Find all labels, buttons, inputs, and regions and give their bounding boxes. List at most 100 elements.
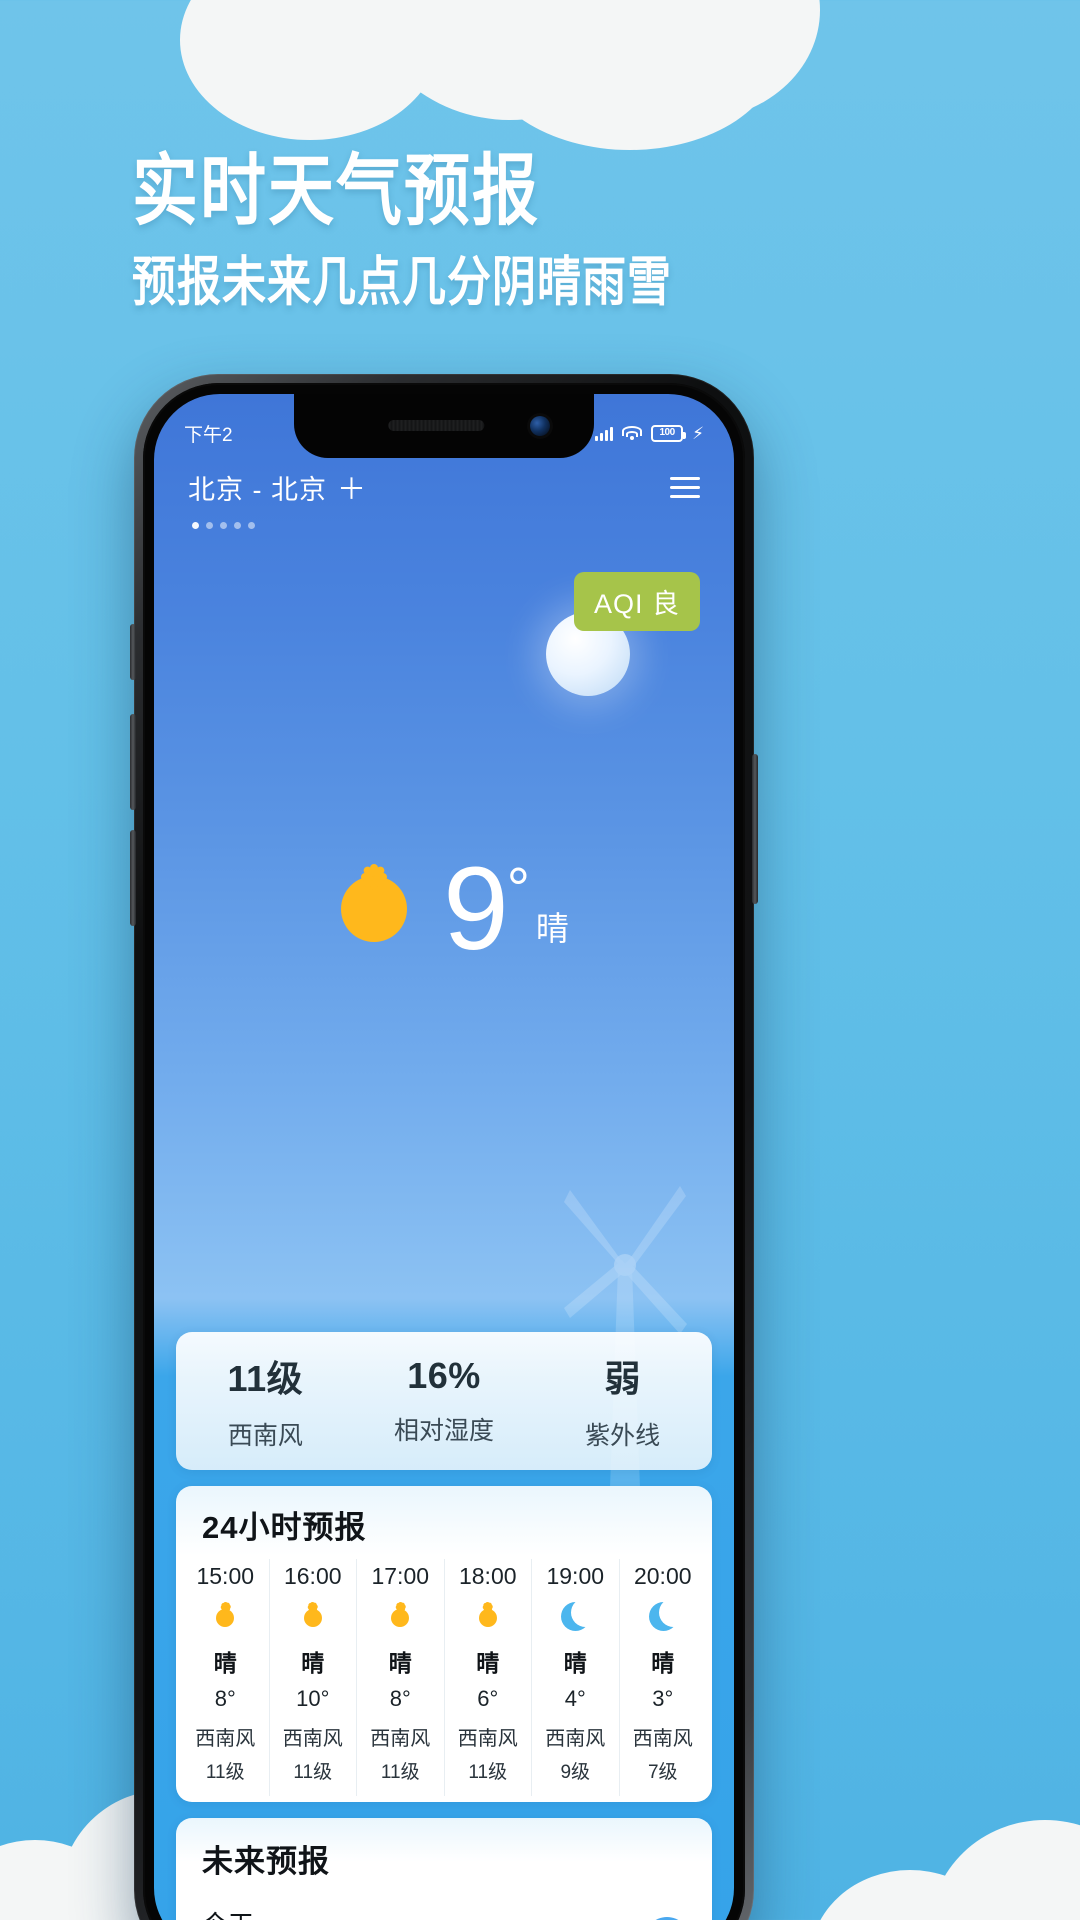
cloud-puff — [480, 0, 780, 150]
current-weather: 9° 晴 — [154, 850, 734, 968]
stat-value: 弱 — [604, 1358, 641, 1399]
hourly-wind: 西南风 — [545, 1728, 606, 1750]
status-bar-left: 下午2 — [184, 406, 233, 447]
hourly-condition: 晴 — [213, 1650, 237, 1676]
phone-screen: 下午2 100 ⚡ 北京 - 北京 ＋ AQI 良 9° 晴 11级 西南风 1… — [154, 394, 734, 1920]
status-bar-right: 100 ⚡ — [595, 411, 704, 442]
hourly-temp: 8° — [214, 1686, 236, 1711]
hourly-forecast-title: 24小时预报 — [202, 1510, 367, 1545]
hourly-forecast-item[interactable]: 16:00 晴 10° 西南风 11级 — [270, 1559, 357, 1796]
city-name-label: 北京 - 北京 — [188, 474, 327, 505]
battery-level: 100 — [659, 427, 675, 438]
page-dot[interactable] — [192, 522, 199, 529]
phone-bezel: 下午2 100 ⚡ 北京 - 北京 ＋ AQI 良 9° 晴 11级 西南风 1… — [143, 383, 745, 1920]
status-time: 下午2 — [184, 424, 233, 446]
hourly-time: 16:00 — [283, 1563, 342, 1589]
hourly-condition: 晴 — [651, 1650, 675, 1676]
power-button[interactable] — [752, 754, 758, 904]
hourly-time: 20:00 — [633, 1563, 692, 1589]
city-selector[interactable]: 北京 - 北京 ＋ — [188, 466, 367, 508]
hourly-wind: 西南风 — [282, 1728, 343, 1750]
phone-mockup: 下午2 100 ⚡ 北京 - 北京 ＋ AQI 良 9° 晴 11级 西南风 1… — [130, 374, 758, 1920]
hourly-condition: 晴 — [301, 1650, 325, 1676]
cloud-bottom-right-decoration — [810, 1790, 1080, 1920]
hourly-weather-icon — [445, 1598, 532, 1638]
hourly-forecast-item[interactable]: 18:00 晴 6° 西南风 11级 — [445, 1559, 532, 1796]
bolt-icon: ⚡ — [692, 423, 704, 443]
sun-icon — [319, 854, 429, 964]
earpiece-speaker — [388, 420, 485, 431]
promo-subtitle: 预报未来几点几分阴晴雨雪 — [132, 252, 672, 313]
promo-headline: 实时天气预报 预报未来几点几分阴晴雨雪 — [132, 146, 952, 311]
device-notch — [294, 394, 594, 458]
stat-humidity[interactable]: 16% 相对湿度 — [355, 1355, 534, 1447]
hourly-wind-level: 11级 — [468, 1762, 508, 1783]
city-header: 北京 - 北京 ＋ — [154, 466, 734, 529]
hourly-time: 19:00 — [546, 1563, 605, 1589]
front-camera — [530, 416, 550, 436]
stat-label: 相对湿度 — [394, 1417, 495, 1445]
stat-value: 16% — [407, 1355, 481, 1396]
sun-icon — [296, 1601, 330, 1635]
hourly-forecast-item[interactable]: 17:00 晴 8° 西南风 11级 — [357, 1559, 445, 1796]
hourly-weather-icon — [532, 1598, 619, 1638]
moon-icon — [558, 1598, 601, 1635]
future-day-name: 今天 — [202, 1905, 310, 1920]
hourly-weather-icon — [620, 1598, 707, 1638]
mute-switch[interactable] — [130, 624, 136, 680]
page-indicator-dots — [188, 522, 700, 529]
city-header-row: 北京 - 北京 ＋ — [188, 466, 700, 508]
hourly-wind: 西南风 — [632, 1728, 693, 1750]
volume-down-button[interactable] — [130, 830, 136, 926]
add-city-icon[interactable]: ＋ — [337, 466, 367, 508]
hourly-wind-level: 9级 — [560, 1762, 591, 1783]
battery-icon: 100 — [651, 424, 687, 442]
current-temperature: 9° — [443, 850, 530, 968]
sun-icon — [383, 1601, 417, 1635]
future-forecast-card: 未来预报 今天 2023-02-24 — [176, 1818, 712, 1920]
promo-title: 实时天气预报 — [132, 146, 540, 234]
stat-uv[interactable]: 弱 紫外线 — [533, 1350, 712, 1452]
page-dot[interactable] — [206, 522, 213, 529]
hourly-time: 17:00 — [371, 1563, 430, 1589]
temperature-value: 9 — [443, 842, 509, 975]
hourly-weather-icon — [357, 1598, 444, 1638]
hourly-condition: 晴 — [388, 1650, 412, 1676]
future-day: 今天 2023-02-24 — [202, 1905, 310, 1920]
signal-bars-icon — [595, 425, 614, 441]
hourly-forecast-item[interactable]: 15:00 晴 8° 西南风 11级 — [182, 1559, 270, 1796]
hourly-temp: 3° — [652, 1686, 674, 1711]
future-forecast-title: 未来预报 — [202, 1844, 330, 1879]
moon-icon — [646, 1598, 688, 1635]
hourly-temp: 10° — [296, 1686, 330, 1711]
degree-symbol: ° — [506, 856, 530, 922]
hourly-temp: 4° — [564, 1686, 586, 1711]
sun-icon — [471, 1601, 505, 1635]
future-forecast-row[interactable]: 今天 2023-02-24 — [176, 1891, 712, 1920]
chevron-right-icon[interactable]: › — [644, 1916, 690, 1920]
page-dot[interactable] — [248, 522, 255, 529]
stats-card: 11级 西南风 16% 相对湿度 弱 紫外线 — [176, 1332, 712, 1470]
hourly-wind-level: 7级 — [647, 1762, 678, 1783]
hamburger-menu-icon[interactable] — [670, 476, 700, 498]
page-dot[interactable] — [234, 522, 241, 529]
hourly-forecast-item[interactable]: 20:00 晴 3° 西南风 7级 — [620, 1559, 707, 1796]
sun-icon — [208, 1601, 242, 1635]
volume-up-button[interactable] — [130, 714, 136, 810]
hourly-forecast-card: 24小时预报 15:00 晴 8° 西南风 11级 16:00 晴 10° 西南风 11级 17:0… — [176, 1486, 712, 1802]
hourly-condition: 晴 — [563, 1650, 587, 1676]
aqi-badge[interactable]: AQI 良 — [573, 572, 700, 631]
hourly-wind: 西南风 — [457, 1728, 518, 1750]
hourly-forecast-item[interactable]: 19:00 晴 4° 西南风 9级 — [532, 1559, 620, 1796]
hourly-forecast-row[interactable]: 15:00 晴 8° 西南风 11级 16:00 晴 10° 西南风 11级 17:00 晴 8° 西南风… — [176, 1559, 712, 1796]
hourly-time: 15:00 — [196, 1563, 255, 1589]
stat-value: 11级 — [227, 1358, 304, 1399]
page-dot[interactable] — [220, 522, 227, 529]
wifi-icon — [622, 425, 643, 441]
hourly-wind-level: 11级 — [380, 1762, 420, 1783]
hourly-wind-level: 11级 — [293, 1762, 333, 1783]
cloud-top-decoration — [180, 0, 820, 150]
hourly-wind: 西南风 — [195, 1728, 256, 1750]
hourly-weather-icon — [182, 1598, 269, 1638]
stat-wind[interactable]: 11级 西南风 — [176, 1350, 355, 1452]
